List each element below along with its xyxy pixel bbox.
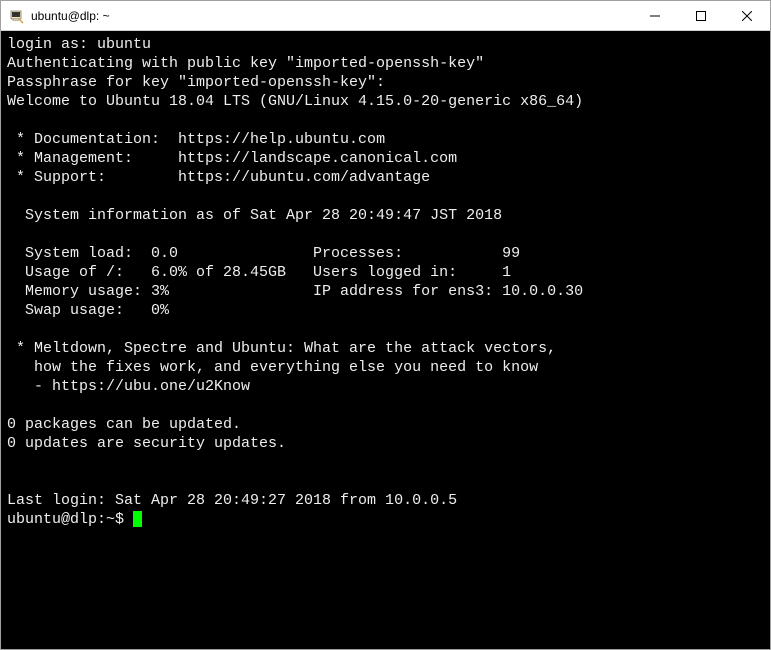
- doc-label: * Documentation:: [7, 131, 178, 148]
- login-prompt: login as:: [7, 36, 97, 53]
- sysinfo-row: System load: 0.0 Processes: 99: [7, 245, 520, 262]
- mgmt-label: * Management:: [7, 150, 178, 167]
- maximize-button[interactable]: [678, 1, 724, 30]
- window-title: ubuntu@dlp: ~: [31, 9, 632, 23]
- updates-line: 0 updates are security updates.: [7, 435, 286, 452]
- sysinfo-row: Memory usage: 3% IP address for ens3: 10…: [7, 283, 583, 300]
- updates-line: 0 packages can be updated.: [7, 416, 241, 433]
- cursor: [133, 511, 142, 527]
- shell-prompt: ubuntu@dlp:~$: [7, 511, 133, 528]
- window-controls: [632, 1, 770, 30]
- meltdown-line: how the fixes work, and everything else …: [7, 359, 538, 376]
- login-user: ubuntu: [97, 36, 151, 53]
- welcome-line: Welcome to Ubuntu 18.04 LTS (GNU/Linux 4…: [7, 93, 583, 110]
- doc-url: https://help.ubuntu.com: [178, 131, 385, 148]
- putty-icon: [9, 8, 25, 24]
- auth-line: Authenticating with public key "imported…: [7, 55, 484, 72]
- close-button[interactable]: [724, 1, 770, 30]
- support-url: https://ubuntu.com/advantage: [178, 169, 430, 186]
- sysinfo-row: Usage of /: 6.0% of 28.45GB Users logged…: [7, 264, 511, 281]
- sysinfo-header: System information as of Sat Apr 28 20:4…: [7, 207, 502, 224]
- titlebar[interactable]: ubuntu@dlp: ~: [1, 1, 770, 31]
- meltdown-line: - https://ubu.one/u2Know: [7, 378, 250, 395]
- app-window: ubuntu@dlp: ~ login as: ubuntu Authentic…: [0, 0, 771, 650]
- meltdown-line: * Meltdown, Spectre and Ubuntu: What are…: [7, 340, 556, 357]
- minimize-button[interactable]: [632, 1, 678, 30]
- mgmt-url: https://landscape.canonical.com: [178, 150, 457, 167]
- support-label: * Support:: [7, 169, 178, 186]
- passphrase-line: Passphrase for key "imported-openssh-key…: [7, 74, 385, 91]
- last-login: Last login: Sat Apr 28 20:49:27 2018 fro…: [7, 492, 457, 509]
- terminal-area[interactable]: login as: ubuntu Authenticating with pub…: [1, 31, 770, 649]
- sysinfo-row: Swap usage: 0%: [7, 302, 169, 319]
